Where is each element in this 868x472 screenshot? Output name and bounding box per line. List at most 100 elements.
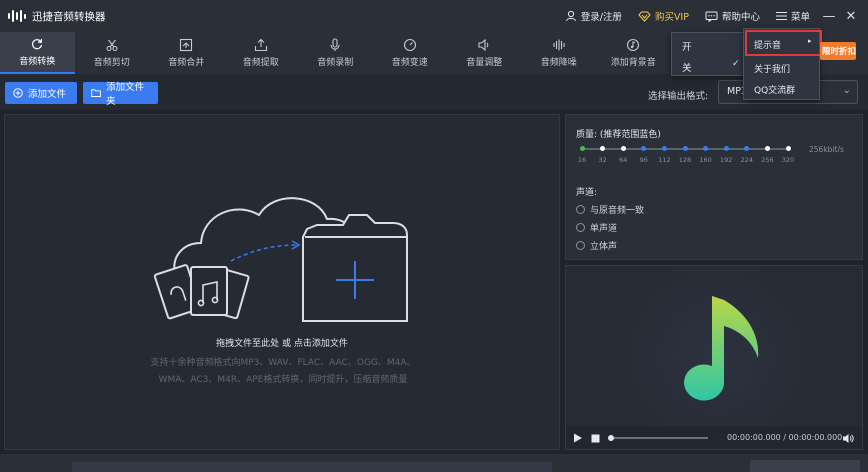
chat-icon <box>705 11 718 22</box>
sound-toggle-menu: 开 关 ✓ <box>671 32 749 76</box>
add-file-button[interactable]: 添加文件 <box>5 82 77 104</box>
quality-step[interactable] <box>744 146 750 151</box>
tab-audio-record[interactable]: 音频录制 <box>298 32 373 74</box>
quality-tick-labels: 16 32 64 96 112 128 160 192 224 256 320 <box>576 156 796 166</box>
channel-title: 声道: <box>576 188 598 198</box>
music-note-icon <box>627 38 640 52</box>
tab-add-background-music[interactable]: 添加背景音 <box>596 32 671 74</box>
app-logo-icon <box>8 9 26 23</box>
tab-audio-speed[interactable]: 音频变速 <box>373 32 448 74</box>
drop-zone-desc-line: WMA、AC3、M4R、APE格式转换，同时提升，压缩音频质量 <box>158 375 408 385</box>
chevron-down-icon: ⌄ <box>842 85 851 96</box>
volume-icon <box>478 38 489 52</box>
extract-icon <box>254 38 267 52</box>
channel-option-label: 与原音频一致 <box>590 206 645 216</box>
preview-panel: 00:00:00.000 / 00:00:00.000 <box>565 265 863 450</box>
microphone-icon <box>330 38 340 51</box>
drop-illustration <box>153 197 408 322</box>
tab-label: 音量调整 <box>466 58 503 68</box>
tab-audio-extract[interactable]: 音频提取 <box>224 32 299 74</box>
folder-icon <box>91 89 101 97</box>
quality-step[interactable] <box>723 146 729 151</box>
drop-zone-description: 支持十余种音频格式向MP3、WAV、FLAC、AAC、OGG、M4A、 WMA、… <box>125 355 441 389</box>
bottom-bar <box>0 454 868 472</box>
settings-panel: 质量: (推荐范围蓝色) 16 32 64 96 112 128 160 192 224 256 3… <box>565 114 863 260</box>
playback-progress-bar[interactable] <box>608 435 708 441</box>
tab-label: 音频录制 <box>317 58 354 68</box>
submenu-arrow-icon: ▸ <box>808 37 812 45</box>
drop-zone-title: 拖拽文件至此处 或 点击添加文件 <box>216 339 348 349</box>
play-icon[interactable] <box>573 433 583 443</box>
tab-noise-reduce[interactable]: 音频降噪 <box>522 32 597 74</box>
quality-step[interactable] <box>682 146 688 151</box>
tab-audio-merge[interactable]: 音频合并 <box>149 32 224 74</box>
help-center-button[interactable]: 帮助中心 <box>705 9 760 23</box>
menu-item-qq-group[interactable]: QQ交流群 <box>754 83 795 96</box>
promo-badge[interactable]: 限时折扣 <box>820 42 856 60</box>
channel-option-label: 单声道 <box>590 224 618 234</box>
quality-tick-label: 128 <box>678 156 692 164</box>
close-button[interactable]: ✕ <box>840 9 862 24</box>
drop-zone-desc-line: 支持十余种音频格式向MP3、WAV、FLAC、AAC、OGG、M4A、 <box>150 358 416 368</box>
quality-slider[interactable] <box>579 146 791 151</box>
quality-tick-label: 160 <box>699 156 712 164</box>
radio-button[interactable] <box>576 241 585 250</box>
quality-step[interactable] <box>579 146 585 151</box>
quality-step[interactable] <box>764 146 770 151</box>
tab-volume-adjust[interactable]: 音量调整 <box>447 32 522 74</box>
radio-button[interactable] <box>576 223 585 232</box>
menu-button[interactable]: 菜单 <box>775 9 810 23</box>
vip-diamond-icon <box>638 10 651 22</box>
channel-option-original[interactable]: 与原音频一致 <box>576 203 644 216</box>
add-folder-button[interactable]: 添加文件夹 <box>83 82 158 107</box>
plus-circle-icon <box>13 88 23 98</box>
channel-option-label: 立体声 <box>590 242 618 252</box>
sound-off-option[interactable]: 关 <box>682 60 692 74</box>
main-menu-dropdown: 提示音 ▸ 关于我们 QQ交流群 <box>743 28 822 100</box>
quality-tick-label: 112 <box>658 156 671 164</box>
add-folder-label: 添加文件夹 <box>106 82 145 107</box>
stop-icon[interactable] <box>591 434 600 443</box>
buy-vip-button[interactable]: 购买VIP <box>638 9 689 23</box>
quality-tick-label: 224 <box>740 156 754 164</box>
login-button[interactable]: 登录/注册 <box>565 9 622 23</box>
quality-tick-label: 192 <box>719 156 733 164</box>
quality-step[interactable] <box>785 146 791 151</box>
sound-on-option[interactable]: 开 <box>682 39 692 53</box>
tab-audio-cut[interactable]: 音频剪切 <box>75 32 150 74</box>
menu-item-notification-sound[interactable]: 提示音 <box>754 38 781 51</box>
menu-item-about-us[interactable]: 关于我们 <box>754 62 790 75</box>
channel-option-stereo[interactable]: 立体声 <box>576 239 617 252</box>
quality-step[interactable] <box>703 146 709 151</box>
tab-label: 添加背景音 <box>610 58 656 68</box>
menu-label: 菜单 <box>790 12 810 23</box>
speed-icon <box>403 38 416 52</box>
quality-step[interactable] <box>661 146 667 151</box>
progress-handle[interactable] <box>608 435 614 441</box>
quality-title: 质量: (推荐范围蓝色) <box>576 130 661 140</box>
hamburger-icon <box>775 11 787 21</box>
login-label: 登录/注册 <box>580 12 622 23</box>
quality-step[interactable] <box>620 146 626 151</box>
radio-button[interactable] <box>576 205 585 214</box>
convert-button-area[interactable] <box>750 460 860 472</box>
quality-value-label: 256kbit/s <box>809 145 844 154</box>
scissors-icon <box>106 39 118 52</box>
tab-label: 音频变速 <box>391 58 428 68</box>
quality-tick-label: 320 <box>781 156 795 164</box>
noise-reduce-icon <box>553 39 565 51</box>
user-icon <box>565 10 576 22</box>
tab-audio-convert[interactable]: 音频转换 <box>0 32 75 74</box>
quality-tick-label: 64 <box>619 156 628 164</box>
quality-tick-label: 256 <box>761 156 774 164</box>
refresh-icon <box>32 38 43 50</box>
quality-step[interactable] <box>600 146 606 151</box>
playback-time: 00:00:00.000 / 00:00:00.000 <box>727 433 843 442</box>
tab-label: 音频剪切 <box>93 58 130 68</box>
file-drop-zone[interactable]: 拖拽文件至此处 或 点击添加文件 支持十余种音频格式向MP3、WAV、FLAC、… <box>4 114 560 450</box>
minimize-button[interactable]: — <box>818 9 840 24</box>
speaker-icon[interactable] <box>842 433 854 444</box>
quality-step[interactable] <box>641 146 647 151</box>
channel-option-mono[interactable]: 单声道 <box>576 221 617 234</box>
tab-label: 音频合并 <box>168 58 205 68</box>
